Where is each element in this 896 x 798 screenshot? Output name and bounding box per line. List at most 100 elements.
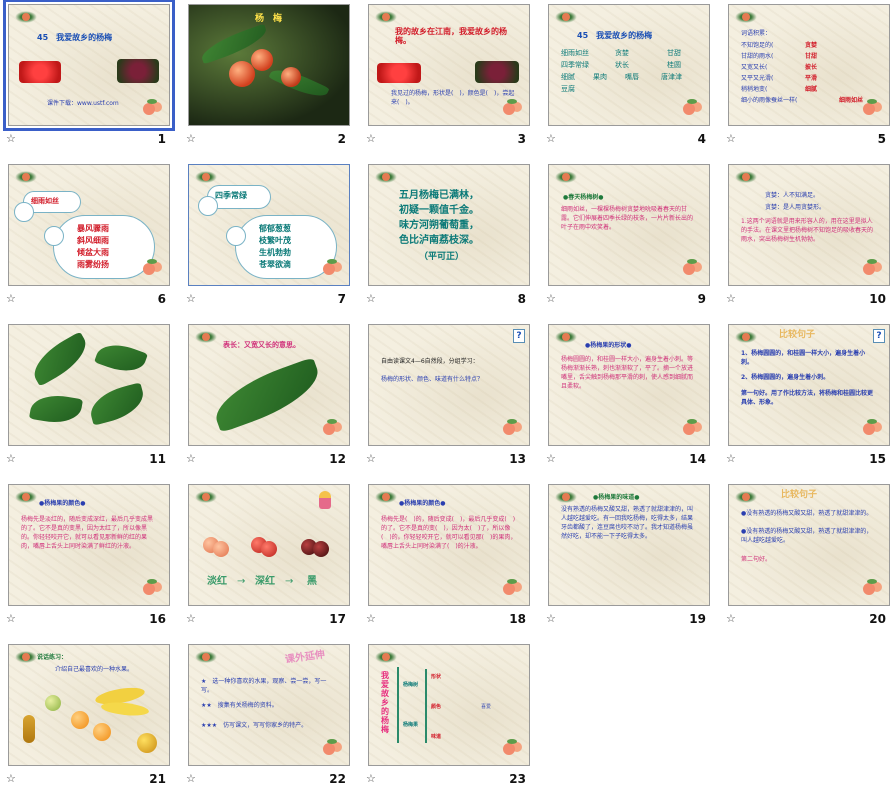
slide-thumbnail-13[interactable]: ? 自由读课文4—6自然段，分组学习： 杨梅的形状、颜色、味道有什么特点？ ☆ … xyxy=(360,320,538,478)
poem-line: 色比泸南荔枝深。 xyxy=(399,235,479,246)
slide-2[interactable]: 杨 梅 xyxy=(188,4,350,126)
slide-thumbnail-17[interactable]: 淡红 → 深红 → 黑 ☆ 17 xyxy=(180,480,358,638)
exercise-answer: 甘甜 xyxy=(805,53,818,60)
slide-5[interactable]: 词语积累： 不知饱足的( 贪婪 甘甜的雨水( 甘甜 又宽又长( 披长 又平又光滑… xyxy=(728,4,890,126)
slide-thumbnail-5[interactable]: 词语积累： 不知饱足的( 贪婪 甘甜的雨水( 甘甜 又宽又长( 披长 又平又光滑… xyxy=(720,0,896,158)
slide-11[interactable] xyxy=(8,324,170,446)
tree-node: 味道 xyxy=(431,734,442,740)
slide-thumbnail-15[interactable]: ? 比较句子 1、杨梅圆圆的，和桂圆一样大小，遍身生着小刺。 2、杨梅圆圆的，遍… xyxy=(720,320,896,478)
exercise-line: 又平又光滑( xyxy=(741,75,774,82)
slide-thumbnail-12[interactable]: 表长：又宽又长的意思。 ☆ 12 xyxy=(180,320,358,478)
star-icon: ☆ xyxy=(186,612,196,625)
slide-heading: 细雨如丝 xyxy=(31,197,59,205)
leaf-image xyxy=(26,331,94,387)
exercise-answer: 细雨如丝 xyxy=(839,97,864,104)
slide-20[interactable]: 比较句子 ●没有熟透的杨梅又酸又甜，熟透了就甜津津的。 ●没有熟透的杨梅又酸又甜… xyxy=(728,484,890,606)
slide-8[interactable]: 五月杨梅已满林， 初疑一颗值千金。 味方河朔葡萄重， 色比泸南荔枝深。 （平可正… xyxy=(368,164,530,286)
star-icon: ☆ xyxy=(6,772,16,785)
slide-thumbnail-23[interactable]: 我爱故乡的杨梅 杨梅树 杨梅果 形状 颜色 味道 喜爱 ☆ 23 xyxy=(360,640,538,798)
slide-thumbnail-6[interactable]: 细雨如丝 暴风骤雨 斜风细雨 倾盆大雨 雨雾纷扬 ☆ 6 xyxy=(0,160,178,318)
slide-15[interactable]: ? 比较句子 1、杨梅圆圆的，和桂圆一样大小，遍身生着小刺。 2、杨梅圆圆的，遍… xyxy=(728,324,890,446)
compare-sentence: ●没有熟透的杨梅又酸又甜，熟透了就甜津津的。 xyxy=(741,510,873,517)
slide-heading: ●杨梅果的颜色● xyxy=(399,500,446,507)
instruction-line: 自由读课文4—6自然段，分组学习： xyxy=(381,358,479,365)
slide-12[interactable]: 表长：又宽又长的意思。 xyxy=(188,324,350,446)
poem-line: 味方河朔葡萄重， xyxy=(399,220,479,231)
slide-heading: 比较句子 xyxy=(781,490,818,500)
slide-21[interactable]: 说话练习： 介绍自己最喜欢的一种水果。 xyxy=(8,644,170,766)
slide-thumbnail-21[interactable]: 说话练习： 介绍自己最喜欢的一种水果。 ☆ 21 xyxy=(0,640,178,798)
bayberry-image xyxy=(281,67,301,87)
slide-number: 10 xyxy=(869,292,886,306)
slide-thumbnail-10[interactable]: 贪婪：人不知满足。 贪婪：是人用贪婪形。 1.这两个词语就是用来形容人的，用在这… xyxy=(720,160,896,318)
fruit-decoration-icon xyxy=(503,579,523,597)
fruit-decoration-icon xyxy=(863,419,883,437)
bayberry-image xyxy=(251,49,273,71)
slide-thumbnail-9[interactable]: ●春天杨梅树● 细雨如丝，一棵棵杨梅树贪婪地吮吸着春天的甘露。它们伸展着四季长绿… xyxy=(540,160,718,318)
idiom-item: 雨雾纷扬 xyxy=(77,260,109,269)
slide-thumbnail-14[interactable]: ●杨梅果的形状● 杨梅圆圆的，和桂圆一样大小，遍身生着小刺。等杨梅渐渐长熟，刺也… xyxy=(540,320,718,478)
flower-decoration-icon xyxy=(553,7,579,29)
slide-number: 16 xyxy=(149,612,166,626)
slide-thumbnail-3[interactable]: 我的故乡在江南，我爱故乡的杨梅。 我见过的杨梅，形状是( )，颜色是( )，尝起… xyxy=(360,0,538,158)
slide-thumbnail-11[interactable]: ☆ 11 xyxy=(0,320,178,478)
slide-thumbnail-18[interactable]: ●杨梅果的颜色● 杨梅先是( )的，随后变成( )，最后几乎变成( )的了。它不… xyxy=(360,480,538,638)
vocab-word: 唐津津 xyxy=(661,73,682,81)
slide-17[interactable]: 淡红 → 深红 → 黑 xyxy=(188,484,350,606)
slide-9[interactable]: ●春天杨梅树● 细雨如丝，一棵棵杨梅树贪婪地吮吸着春天的甘露。它们伸展着四季长绿… xyxy=(548,164,710,286)
slide-13[interactable]: ? 自由读课文4—6自然段，分组学习： 杨梅的形状、颜色、味道有什么特点？ xyxy=(368,324,530,446)
slide-16[interactable]: ●杨梅果的颜色● 杨梅先是淡红的，随后变成深红，最后几乎变成黑的了。它不是真的变… xyxy=(8,484,170,606)
slide-heading: ●杨梅果的形状● xyxy=(585,342,632,349)
slide-1[interactable]: 45 我爱故乡的杨梅 课件下载：www.ustf.com xyxy=(3,0,175,131)
slide-heading: 我爱故乡的杨梅 xyxy=(381,671,389,734)
slide-19[interactable]: ●杨梅果的味道● 没有熟透的杨梅又酸又甜，熟透了就甜津津的，叫人越吃越爱吃。有一… xyxy=(548,484,710,606)
vocab-word: 嘴唇 xyxy=(625,73,639,81)
slide-10[interactable]: 贪婪：人不知满足。 贪婪：是人用贪婪形。 1.这两个词语就是用来形容人的，用在这… xyxy=(728,164,890,286)
star-icon: ☆ xyxy=(366,292,376,305)
slide-number: 3 xyxy=(517,132,526,146)
star-icon: ☆ xyxy=(186,132,196,145)
exercise-answer: 细腻 xyxy=(805,86,818,93)
slide-body: 细雨如丝，一棵棵杨梅树贪婪地吮吸着春天的甘露。它们伸展着四季长绿的枝条，一片片新… xyxy=(561,206,694,231)
leaf-image xyxy=(207,357,327,433)
slide-6[interactable]: 细雨如丝 暴风骤雨 斜风细雨 倾盆大雨 雨雾纷扬 xyxy=(8,164,170,286)
slide-thumbnail-2[interactable]: 杨 梅 ☆ 2 xyxy=(180,0,358,158)
color-label: 淡红 xyxy=(207,576,227,587)
exercise-answer: 平滑 xyxy=(805,75,818,82)
slide-22[interactable]: 课外延伸 ★ 选一种你喜欢的水果，观察、尝一尝，写一写。 ★★ 搜集有关杨梅的资… xyxy=(188,644,350,766)
slide-title: 45 我爱故乡的杨梅 xyxy=(577,31,653,40)
task-item: ★ 选一种你喜欢的水果，观察、尝一尝，写一写。 xyxy=(201,678,327,694)
slide-thumbnail-8[interactable]: 五月杨梅已满林， 初疑一颗值千金。 味方河朔葡萄重， 色比泸南荔枝深。 （平可正… xyxy=(360,160,538,318)
star-icon: ☆ xyxy=(186,452,196,465)
slide-body: 第一句好。用了作比较方法，将杨梅和桂圆比较更具体、形象。 xyxy=(741,390,874,406)
slide-thumbnail-1[interactable]: 45 我爱故乡的杨梅 课件下载：www.ustf.com ☆ 1 xyxy=(0,0,178,158)
slide-14[interactable]: ●杨梅果的形状● 杨梅圆圆的，和桂圆一样大小，遍身生着小刺。等杨梅渐渐长熟，刺也… xyxy=(548,324,710,446)
idiom-item: 苍翠欲滴 xyxy=(259,260,291,269)
deep-red-bayberry-image xyxy=(261,541,277,557)
slide-thumbnail-20[interactable]: 比较句子 ●没有熟透的杨梅又酸又甜，熟透了就甜津津的。 ●没有熟透的杨梅又酸又甜… xyxy=(720,480,896,638)
slide-thumbnail-19[interactable]: ●杨梅果的味道● 没有熟透的杨梅又酸又甜，熟透了就甜津津的，叫人越吃越爱吃。有一… xyxy=(540,480,718,638)
slide-7[interactable]: 四季常绿 郁郁葱葱 枝繁叶茂 生机勃勃 苍翠欲滴 xyxy=(188,164,350,286)
bayberry-image xyxy=(19,61,61,83)
slide-heading: ●杨梅果的味道● xyxy=(593,494,640,501)
slide-thumbnail-7[interactable]: 四季常绿 郁郁葱葱 枝繁叶茂 生机勃勃 苍翠欲滴 ☆ 7 xyxy=(180,160,358,318)
slide-23[interactable]: 我爱故乡的杨梅 杨梅树 杨梅果 形状 颜色 味道 喜爱 xyxy=(368,644,530,766)
slide-thumbnail-4[interactable]: 45 我爱故乡的杨梅 细雨如丝 贪婪 甘甜 四季常绿 状长 桂圆 细腻 果肉 嘴… xyxy=(540,0,718,158)
question-icon: ? xyxy=(513,329,525,343)
slide-number: 21 xyxy=(149,772,166,786)
slide-3[interactable]: 我的故乡在江南，我爱故乡的杨梅。 我见过的杨梅，形状是( )，颜色是( )，尝起… xyxy=(368,4,530,126)
slide-18[interactable]: ●杨梅果的颜色● 杨梅先是( )的，随后变成( )，最后几乎变成( )的了。它不… xyxy=(368,484,530,606)
idiom-item: 暴风骤雨 xyxy=(77,224,109,233)
fruit-decoration-icon xyxy=(323,259,343,277)
slide-thumbnail-22[interactable]: 课外延伸 ★ 选一种你喜欢的水果，观察、尝一尝，写一写。 ★★ 搜集有关杨梅的资… xyxy=(180,640,358,798)
star-icon: ☆ xyxy=(726,612,736,625)
task-item: ★★ 搜集有关杨梅的资料。 xyxy=(201,702,278,709)
flower-decoration-icon xyxy=(733,167,759,189)
tree-node: 杨梅树 xyxy=(403,682,419,688)
compare-sentence: 1、杨梅圆圆的，和桂圆一样大小，遍身生着小刺。 xyxy=(741,350,866,366)
star-icon: ☆ xyxy=(186,772,196,785)
slide-thumbnail-16[interactable]: ●杨梅果的颜色● 杨梅先是淡红的，随后变成深红，最后几乎变成黑的了。它不是真的变… xyxy=(0,480,178,638)
exercise-line: 不知饱足的( xyxy=(741,42,774,49)
exercise-line: 又宽又长( xyxy=(741,64,768,71)
slide-4[interactable]: 45 我爱故乡的杨梅 细雨如丝 贪婪 甘甜 四季常绿 状长 桂圆 细腻 果肉 嘴… xyxy=(548,4,710,126)
